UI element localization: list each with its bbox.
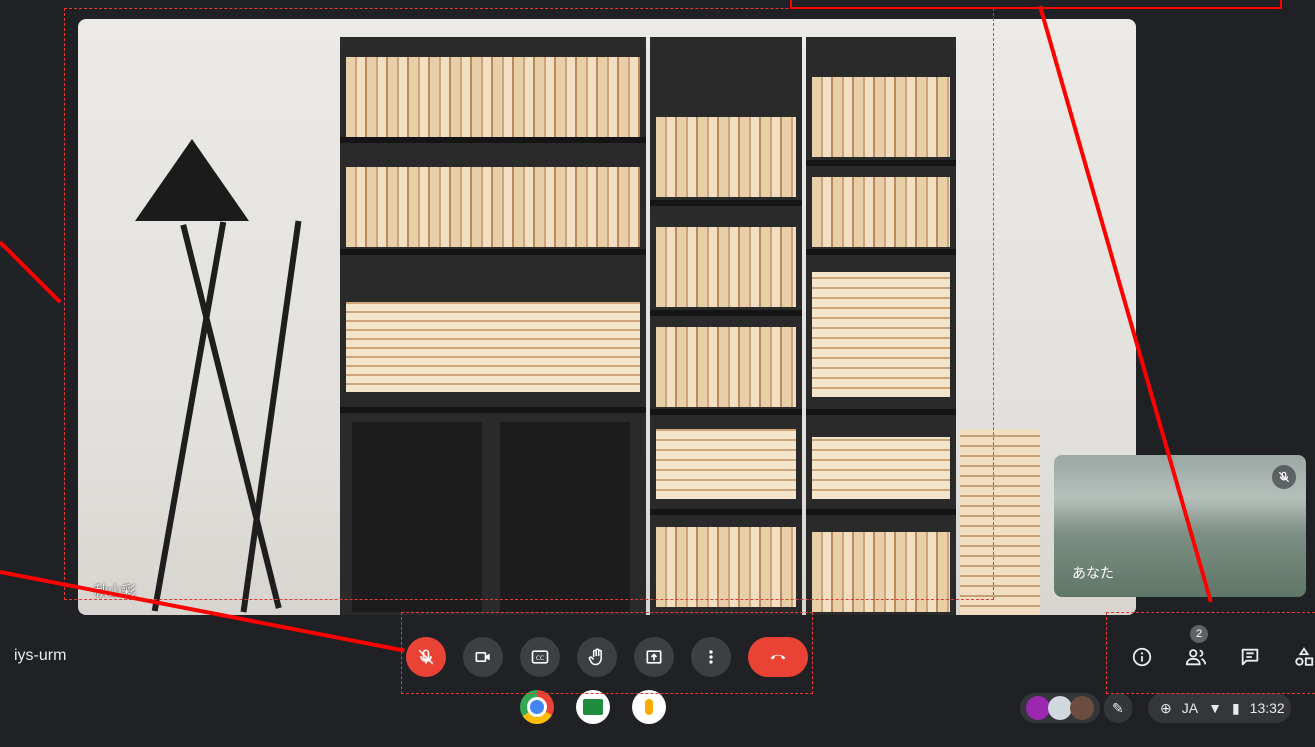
jamboard-app-icon[interactable] xyxy=(632,690,666,724)
add-circle-icon: ⊕ xyxy=(1160,699,1172,716)
classroom-app-icon[interactable] xyxy=(576,690,610,724)
self-mic-off-icon xyxy=(1272,465,1296,489)
annotation-side-controls xyxy=(1106,612,1315,694)
avatar xyxy=(1070,696,1094,720)
chrome-app-icon[interactable] xyxy=(520,690,554,724)
language-indicator: JA xyxy=(1181,700,1199,716)
os-shelf xyxy=(520,690,666,724)
avatar xyxy=(1026,696,1050,720)
battery-icon: ▮ xyxy=(1231,699,1240,716)
annotation-controls xyxy=(401,612,813,694)
clock: 13:32 xyxy=(1249,700,1285,716)
wifi-icon: ▼ xyxy=(1208,700,1222,716)
self-name-label: あなた xyxy=(1072,565,1114,581)
meeting-code: iys-urm xyxy=(14,647,67,664)
annotation-video-area xyxy=(64,8,994,600)
avatar xyxy=(1048,696,1072,720)
annotation-arrow xyxy=(0,240,62,304)
shelf-tray-left[interactable] xyxy=(1020,693,1100,723)
annotation-callout-bar xyxy=(790,0,1282,9)
pen-icon: ✎ xyxy=(1112,699,1124,716)
stylus-tray[interactable]: ✎ xyxy=(1104,693,1132,723)
self-view-tile[interactable]: あなた xyxy=(1054,455,1306,597)
status-tray[interactable]: ⊕ JA ▼ ▮ 13:32 xyxy=(1148,693,1291,723)
